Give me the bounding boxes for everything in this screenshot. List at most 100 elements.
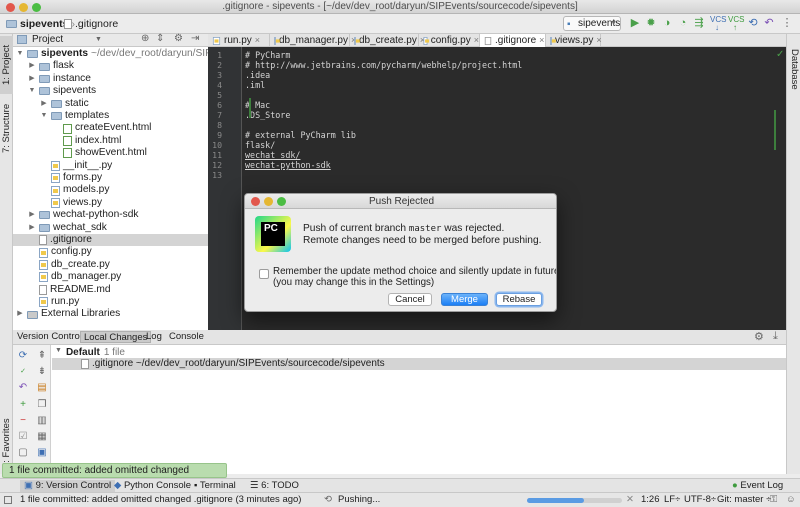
tree-item[interactable]: ▶ instance — [28, 73, 91, 85]
tree-item[interactable]: views.py — [40, 197, 102, 209]
tree-item[interactable]: ▼ sipevents ~/dev/dev_root/daryun/SIPE — [16, 48, 208, 60]
project-view-dropdown[interactable]: Project — [32, 34, 63, 46]
changed-file-row[interactable]: .gitignore ~/dev/dev_root/daryun/SIPEven… — [52, 358, 786, 370]
more-toolbar-icon[interactable]: ⋮ — [780, 16, 794, 30]
revert-icon[interactable]: ↶ — [762, 16, 776, 30]
vcs-commit-icon[interactable]: VCS ↑ — [728, 16, 744, 32]
tree-item[interactable]: __init__.py — [40, 160, 112, 172]
tab-structure[interactable]: 7: Structure — [0, 98, 13, 158]
tab-terminal[interactable]: ▪ Terminal — [194, 480, 236, 492]
tree-item[interactable]: forms.py — [40, 172, 102, 184]
close-tab-icon[interactable]: × — [474, 34, 479, 47]
chevron-down-icon[interactable]: ▼ — [95, 34, 102, 46]
tree-item[interactable]: ▶ wechat_sdk — [28, 222, 107, 234]
tab-config-py[interactable]: config.py × — [419, 34, 480, 47]
tab-run-py[interactable]: run.py × — [208, 34, 270, 47]
changelist-default[interactable]: ▼ Default 1 file — [55, 347, 125, 358]
run-icon[interactable]: ▶ — [628, 16, 642, 30]
toggle-tool-windows-icon[interactable] — [4, 496, 12, 504]
chevron-right-icon[interactable]: ▶ — [40, 98, 48, 110]
minimize-window-button[interactable] — [19, 3, 28, 12]
tab-db-manager-py[interactable]: db_manager.py× — [270, 34, 356, 47]
hide-panel-icon[interactable]: ⤓ — [773, 330, 778, 343]
cancel-button[interactable]: Cancel — [388, 293, 432, 306]
tab-db-create-py[interactable]: db_create.py × — [350, 34, 425, 47]
profile-icon[interactable]: ◔ — [676, 16, 690, 30]
collapse-all-icon[interactable]: ⇕ — [156, 33, 164, 45]
remove-icon[interactable]: − — [17, 415, 29, 426]
shelve-icon[interactable]: ▤ — [36, 382, 48, 393]
tab-event-log[interactable]: ● Event Log — [732, 480, 783, 492]
caret-position[interactable]: 1:26 — [641, 493, 660, 507]
tree-item[interactable]: .gitignore — [28, 234, 92, 246]
close-tab-icon[interactable]: × — [596, 34, 601, 47]
rebase-button[interactable]: Rebase — [496, 293, 542, 306]
help-icon[interactable]: ▣ — [36, 447, 48, 458]
run-configuration-select[interactable]: ▪ sipevents ▼ — [563, 16, 621, 31]
chevron-right-icon[interactable]: ▶ — [28, 222, 36, 234]
refresh-icon[interactable]: ⟳ — [17, 350, 29, 361]
inspector-icon[interactable]: ☺ — [786, 493, 796, 507]
chevron-right-icon[interactable]: ▶ — [28, 73, 36, 85]
chevron-right-icon[interactable]: ▶ — [28, 209, 36, 221]
checkbox-icon[interactable]: ☑ — [17, 431, 29, 442]
copy-icon[interactable]: ❐ — [36, 399, 48, 410]
close-tab-icon[interactable]: × — [539, 34, 544, 47]
remember-checkbox[interactable] — [259, 269, 269, 279]
close-tab-icon[interactable]: × — [255, 34, 260, 47]
checkbox-label[interactable]: Remember the update method choice and si… — [273, 266, 556, 277]
encoding-select[interactable]: UTF-8÷ — [684, 493, 716, 507]
commit-notification-toast[interactable]: 1 file committed: added omitted changed … — [2, 463, 227, 489]
tab-python-console[interactable]: ◆ Python Console — [114, 480, 191, 492]
tree-item[interactable]: db_create.py — [28, 259, 110, 271]
tree-item[interactable]: ▶ static — [40, 98, 88, 110]
vcs-history-icon[interactable]: ⟲ — [746, 16, 760, 30]
tab-version-control[interactable]: ▣ 9: Version Control — [20, 480, 116, 492]
cancel-progress-icon[interactable]: ✕ — [626, 493, 634, 507]
expand-all-icon[interactable]: ⇞ — [36, 350, 48, 361]
group-icon[interactable]: ▦ — [36, 431, 48, 442]
tab-log[interactable]: Log — [143, 331, 165, 343]
run-with-coverage-icon[interactable]: ◑ — [660, 16, 674, 30]
tree-item[interactable]: run.py — [28, 296, 79, 308]
tree-item[interactable]: showEvent.html — [52, 147, 147, 159]
tree-item[interactable]: index.html — [52, 135, 121, 147]
chevron-right-icon[interactable]: ▶ — [28, 60, 36, 72]
line-separator-select[interactable]: LF÷ — [664, 493, 680, 507]
tab-todo[interactable]: ☰ 6: TODO — [250, 480, 299, 492]
tree-item[interactable]: ▼ sipevents — [28, 85, 97, 97]
hide-panel-icon[interactable]: ⇥ — [191, 33, 199, 45]
concurrency-icon[interactable]: ⇶ — [692, 16, 706, 30]
tree-item[interactable]: ▶ wechat-python-sdk — [28, 209, 138, 221]
close-dialog-button[interactable] — [251, 197, 260, 206]
git-branch-select[interactable]: Git: master ÷ — [717, 493, 771, 507]
tab-console[interactable]: Console — [166, 331, 207, 343]
collapse-all-icon[interactable]: ⇟ — [36, 366, 48, 377]
chevron-down-icon[interactable]: ▼ — [40, 110, 48, 122]
lock-icon[interactable]: ⚿ — [770, 493, 777, 507]
rollback-icon[interactable]: ↶ — [17, 382, 29, 393]
zoom-window-button[interactable] — [32, 3, 41, 12]
tree-item[interactable]: README.md — [28, 284, 111, 296]
diff-icon[interactable]: ▥ — [36, 415, 48, 426]
tree-item[interactable]: ▼ templates — [40, 110, 110, 122]
tab-project[interactable]: 1: Project — [0, 36, 13, 94]
scroll-from-source-icon[interactable]: ⊕ — [141, 33, 149, 45]
merge-button[interactable]: Merge — [441, 293, 488, 306]
add-icon[interactable]: + — [17, 399, 29, 410]
tab-local-changes[interactable]: Local Changes — [80, 331, 152, 343]
tab-views-py[interactable]: views.py × — [546, 34, 602, 47]
gear-icon[interactable]: ⚙ — [174, 33, 183, 45]
tree-item[interactable]: config.py — [28, 246, 92, 258]
tree-item[interactable]: db_manager.py — [28, 271, 121, 283]
chevron-right-icon[interactable]: ▶ — [16, 308, 24, 320]
commit-icon[interactable]: ✓ — [17, 366, 29, 377]
tree-item[interactable]: createEvent.html — [52, 122, 151, 134]
debug-icon[interactable]: ✹ — [644, 16, 658, 30]
tab-database[interactable]: Database — [788, 40, 800, 98]
vcs-update-icon[interactable]: VCS ↓ — [710, 16, 726, 32]
preview-icon[interactable]: ▢ — [17, 447, 29, 458]
gear-icon[interactable]: ⚙ — [754, 330, 764, 343]
tree-item[interactable]: ▶ flask — [28, 60, 74, 72]
close-window-button[interactable] — [6, 3, 15, 12]
